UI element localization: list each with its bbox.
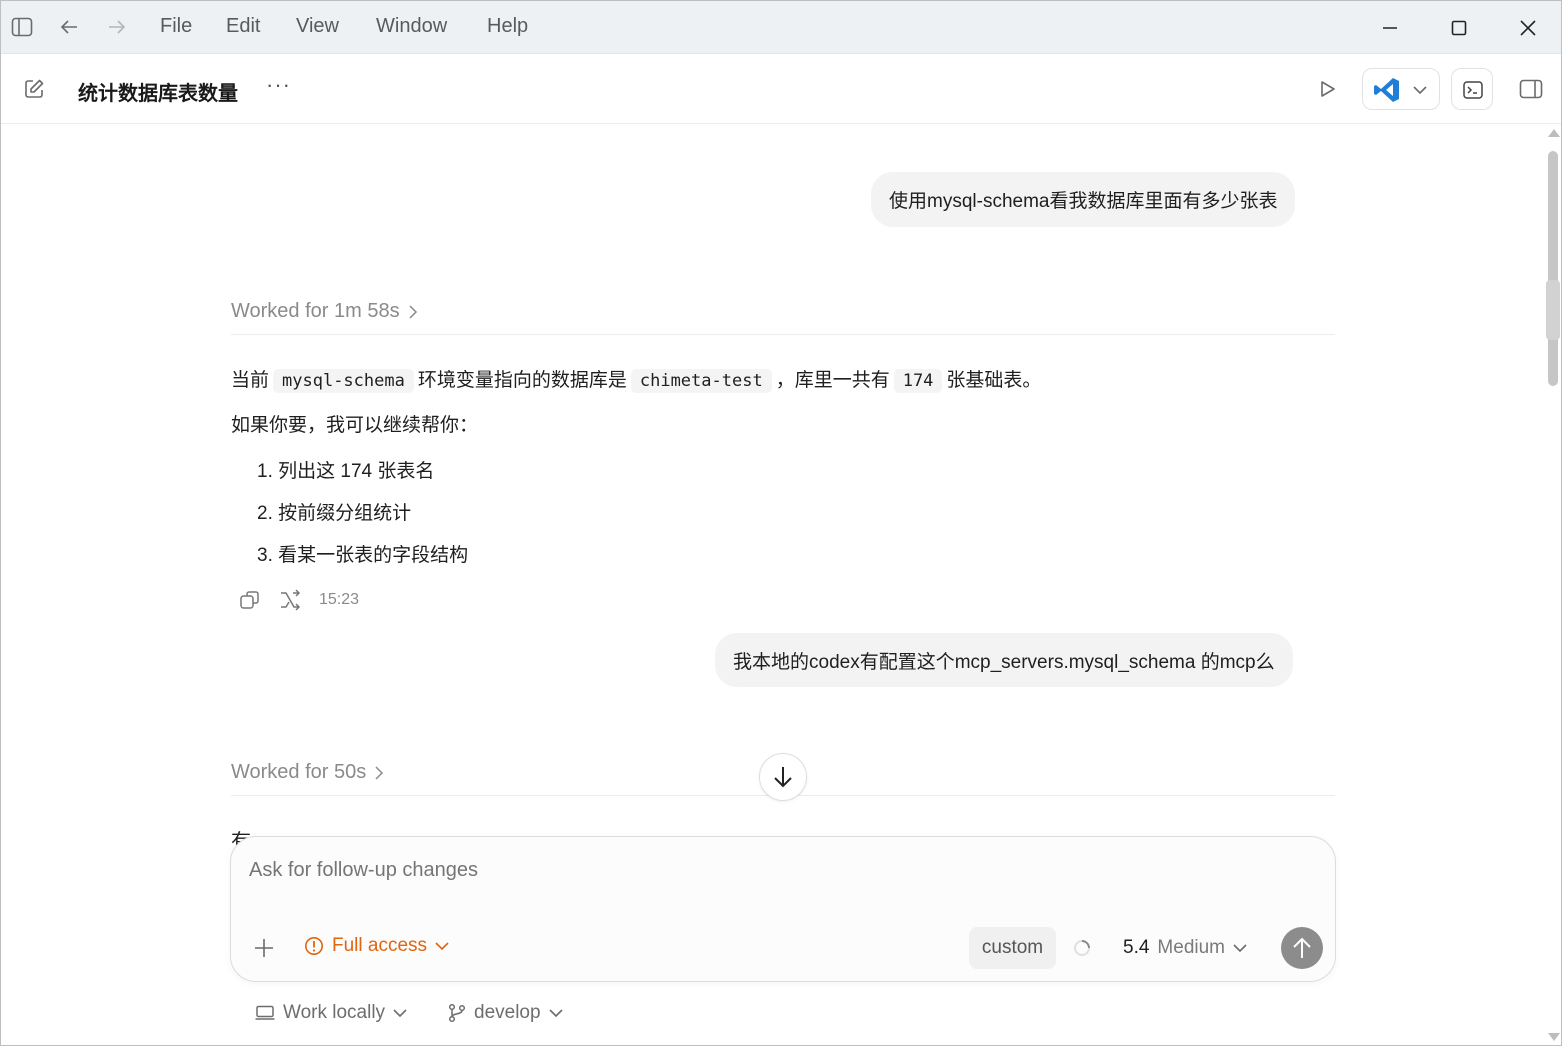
menu-window[interactable]: Window [376, 15, 447, 38]
divider [231, 334, 1335, 335]
worked-summary-toggle[interactable]: Worked for 50s [231, 761, 384, 784]
branch-dropdown[interactable]: develop [448, 1002, 563, 1024]
worked-summary-toggle[interactable]: Worked for 1m 58s [231, 300, 418, 323]
access-level-label: Full access [332, 935, 428, 956]
chevron-down-icon [548, 1008, 563, 1017]
chevron-down-icon [393, 1008, 407, 1017]
work-mode-dropdown[interactable]: Work locally [255, 1002, 407, 1024]
menu-view[interactable]: View [296, 15, 339, 38]
open-in-editor-dropdown[interactable] [1362, 68, 1440, 110]
warning-circle-icon [305, 937, 323, 955]
list-item: 3. 看某一张表的字段结构 [257, 545, 469, 566]
inline-code: chimeta-test [630, 369, 772, 393]
message-actions: 15:23 [239, 589, 359, 611]
sidebar-toggle-icon[interactable] [10, 15, 34, 39]
inline-code: 174 [893, 369, 943, 393]
scroll-up-arrow-icon[interactable] [1548, 129, 1560, 137]
message-timestamp: 15:23 [319, 591, 360, 608]
close-button[interactable] [1513, 13, 1543, 43]
maximize-button[interactable] [1444, 13, 1474, 43]
vertical-scrollbar[interactable] [1545, 125, 1562, 1045]
new-chat-edit-icon[interactable] [21, 76, 47, 102]
user-message-text: 使用mysql-schema看我数据库里面有多少张表 [889, 191, 1278, 212]
terminal-icon [1462, 79, 1484, 101]
title-bar: File Edit View Window Help [1, 1, 1561, 54]
terminal-button[interactable] [1451, 68, 1493, 110]
app-window: File Edit View Window Help 统计数据库表数量 ··· [0, 0, 1562, 1046]
menu-file[interactable]: File [160, 15, 192, 38]
chevron-down-icon [1411, 81, 1429, 99]
minimize-button[interactable] [1375, 13, 1405, 43]
attach-plus-button[interactable] [251, 935, 277, 961]
send-button[interactable] [1281, 927, 1323, 969]
composer: Full access custom 5.4 Medium [230, 836, 1336, 982]
chevron-right-icon [375, 765, 384, 780]
answer-text: 当前 [231, 370, 270, 391]
branch-label: develop [474, 1002, 541, 1023]
model-selector-dropdown[interactable]: 5.4 Medium [1123, 937, 1247, 959]
answer-text: 环境变量指向的数据库是 [417, 370, 627, 391]
git-branch-icon [448, 1003, 466, 1023]
copy-icon[interactable] [239, 589, 261, 611]
assistant-answer: 当前 mysql-schema 环境变量指向的数据库是 chimeta-test ，库里… [231, 365, 1042, 393]
list-item: 2. 按前缀分组统计 [257, 503, 412, 524]
scroll-down-arrow-icon[interactable] [1548, 1033, 1560, 1041]
scrollbar-marker [1546, 280, 1560, 340]
list-item: 1. 列出这 174 张表名 [257, 461, 435, 482]
laptop-icon [255, 1005, 275, 1020]
model-effort: Medium [1157, 937, 1225, 958]
menu-help[interactable]: Help [487, 15, 528, 38]
follow-up-input[interactable] [249, 859, 1309, 882]
answer-text: 张基础表。 [946, 370, 1042, 391]
work-mode-label: Work locally [283, 1002, 386, 1023]
chevron-down-icon [1233, 943, 1247, 952]
scroll-to-bottom-button[interactable] [759, 753, 807, 801]
worked-summary-label: Worked for 1m 58s [231, 300, 400, 322]
loading-spinner-icon [1074, 940, 1090, 956]
arrow-up-icon [1293, 937, 1311, 958]
menu-edit[interactable]: Edit [226, 15, 260, 38]
model-version: 5.4 [1123, 937, 1150, 958]
user-message-text: 我本地的codex有配置这个mcp_servers.mysql_schema 的… [733, 651, 1275, 673]
run-play-icon[interactable] [1316, 77, 1340, 101]
access-level-dropdown[interactable]: Full access [304, 935, 449, 957]
page-title: 统计数据库表数量 [78, 83, 238, 105]
right-panel-toggle-icon[interactable] [1518, 77, 1544, 101]
worked-summary-label: Worked for 50s [231, 761, 367, 783]
more-options-button[interactable]: ··· [266, 72, 291, 98]
vscode-icon [1373, 76, 1401, 104]
custom-chip[interactable]: custom [969, 927, 1056, 969]
arrow-down-icon [774, 767, 792, 788]
answer-text: ，库里一共有 [775, 370, 890, 391]
inline-code: mysql-schema [273, 369, 414, 393]
toolbar: 统计数据库表数量 ··· [1, 54, 1561, 124]
chevron-right-icon [409, 304, 417, 319]
user-message: 使用mysql-schema看我数据库里面有多少张表 [871, 172, 1296, 227]
scrollbar-thumb[interactable] [1548, 151, 1558, 386]
plus-icon [255, 939, 273, 957]
user-message: 我本地的codex有配置这个mcp_servers.mysql_schema 的… [715, 633, 1293, 687]
chevron-down-icon [435, 941, 449, 950]
back-arrow-icon[interactable] [57, 15, 81, 39]
forward-arrow-icon[interactable] [105, 15, 129, 39]
assistant-offer: 如果你要，我可以继续帮你： [231, 415, 479, 436]
fork-branch-icon[interactable] [279, 589, 301, 611]
